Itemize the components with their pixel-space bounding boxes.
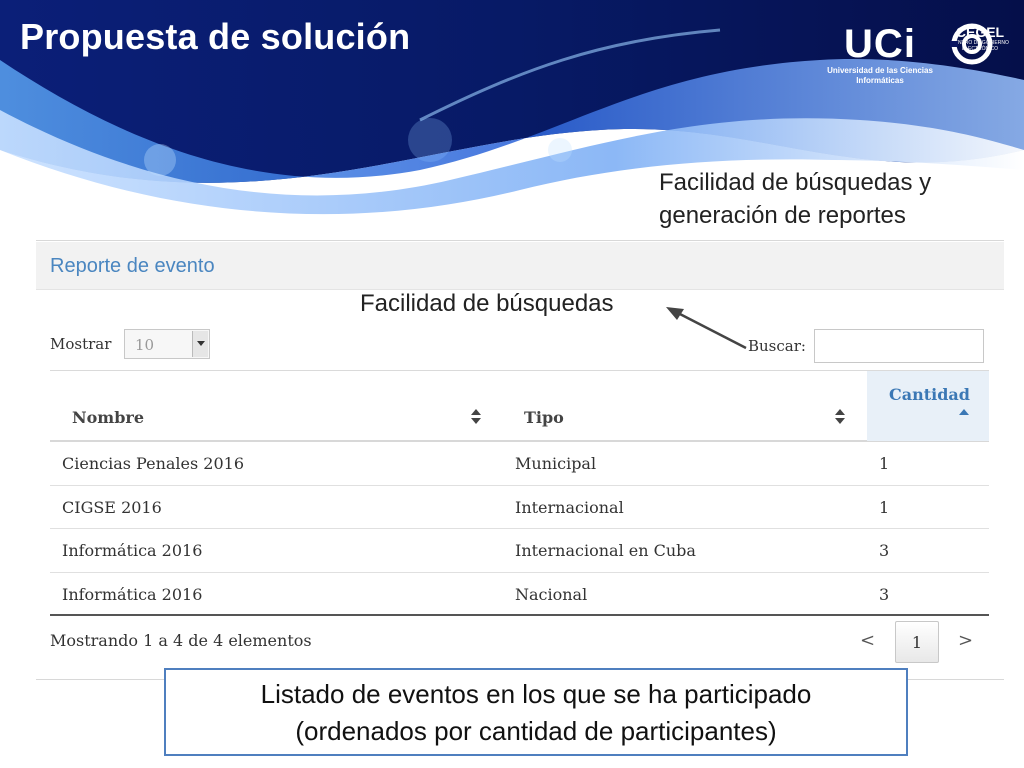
- panel-title: Reporte de evento: [50, 255, 215, 277]
- caption-line2: (ordenados por cantidad de participantes…: [295, 716, 777, 746]
- table-header: Nombre Tipo Cantidad: [50, 370, 989, 442]
- caption-line1: Listado de eventos en los que se ha part…: [260, 679, 812, 709]
- column-header-nombre[interactable]: Nombre: [50, 371, 500, 441]
- pagination-page-1[interactable]: 1: [895, 621, 939, 663]
- column-header-label: Tipo: [524, 408, 564, 427]
- panel-heading: Reporte de evento: [36, 242, 1004, 290]
- cell-cantidad: 1: [879, 454, 890, 473]
- cell-cantidad: 3: [879, 541, 890, 560]
- uci-logo-mark: UCi: [844, 22, 916, 66]
- cell-nombre: Informática 2016: [62, 541, 203, 560]
- slide-caption: Listado de eventos en los que se ha part…: [164, 668, 908, 756]
- uci-logo: UCi Universidad de las Ciencias Informát…: [818, 22, 942, 102]
- slide-title: Propuesta de solución: [20, 16, 411, 57]
- search-input[interactable]: [814, 329, 984, 363]
- search-label: Buscar:: [748, 337, 806, 355]
- table-row: Ciencias Penales 2016 Municipal 1: [50, 442, 989, 486]
- pagination-previous[interactable]: <: [860, 630, 875, 651]
- cell-cantidad: 3: [879, 584, 890, 604]
- sort-both-icon: [471, 409, 481, 425]
- cell-cantidad: 1: [879, 497, 890, 517]
- table-row: CIGSE 2016 Internacional 1: [50, 486, 989, 529]
- note-reports-line1: Facilidad de búsquedas y: [659, 169, 932, 196]
- note-search: Facilidad de búsquedas: [360, 290, 614, 317]
- column-header-label: Nombre: [72, 408, 145, 427]
- uci-logo-line2: Informáticas: [856, 76, 904, 85]
- uci-logo-line1: Universidad de las Ciencias: [827, 66, 933, 75]
- chevron-down-icon[interactable]: [192, 331, 208, 357]
- column-header-label: Cantidad: [889, 385, 970, 404]
- cell-tipo: Internacional: [515, 497, 624, 517]
- note-reports-line2: generación de reportes: [659, 202, 906, 229]
- pagination-page-label: 1: [911, 633, 923, 652]
- cell-tipo: Internacional en Cuba: [515, 541, 696, 560]
- table-row: Informática 2016 Internacional en Cuba 3: [50, 529, 989, 573]
- table-info: Mostrando 1 a 4 de 4 elementos: [50, 631, 312, 650]
- cell-nombre: Informática 2016: [62, 584, 203, 604]
- page-size-value: 10: [135, 336, 155, 354]
- cell-tipo: Nacional: [515, 584, 588, 604]
- cell-tipo: Municipal: [515, 454, 597, 473]
- sort-asc-icon: [959, 409, 969, 415]
- column-header-tipo[interactable]: Tipo: [503, 371, 865, 441]
- column-header-cantidad[interactable]: Cantidad: [867, 371, 989, 441]
- events-table: Nombre Tipo Cantidad Ciencias Penales 20…: [50, 370, 989, 616]
- page-size-select[interactable]: 10: [124, 329, 210, 359]
- note-reports: Facilidad de búsquedas y generación de r…: [659, 166, 1009, 232]
- cell-nombre: CIGSE 2016: [62, 497, 162, 517]
- show-label: Mostrar: [50, 335, 112, 353]
- pagination-next[interactable]: >: [958, 630, 973, 651]
- cell-nombre: Ciencias Penales 2016: [62, 454, 245, 473]
- table-row: Informática 2016 Nacional 3: [50, 573, 989, 616]
- cegel-logo: CEGEL CENTRO DE GOBIERNO ELECTRÓNICO: [944, 22, 1016, 108]
- sort-both-icon: [835, 409, 845, 425]
- cegel-emblem-icon: [950, 23, 993, 65]
